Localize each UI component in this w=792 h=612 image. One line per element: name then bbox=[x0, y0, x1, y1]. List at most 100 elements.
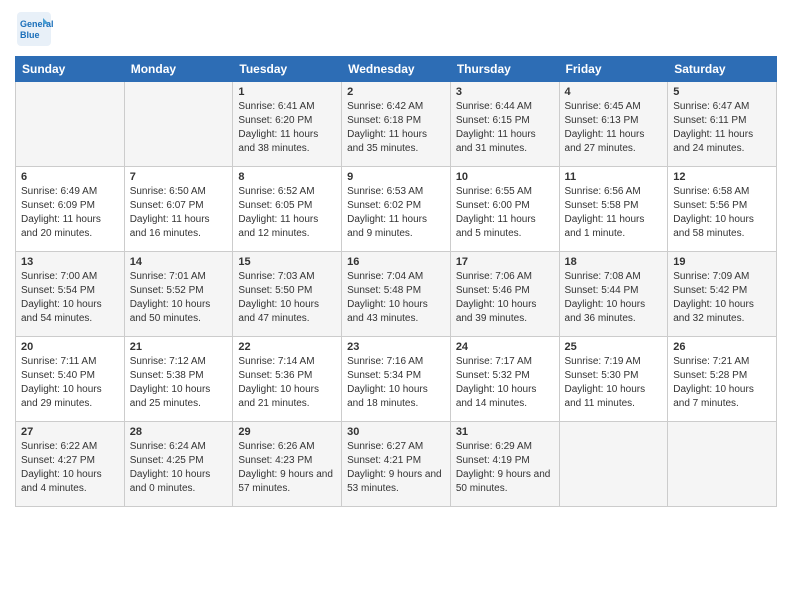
day-cell: 9 Sunrise: 6:53 AM Sunset: 6:02 PM Daylig… bbox=[342, 167, 451, 252]
day-cell: 4 Sunrise: 6:45 AM Sunset: 6:13 PM Daylig… bbox=[559, 82, 668, 167]
day-cell: 19 Sunrise: 7:09 AM Sunset: 5:42 PM Dayli… bbox=[668, 252, 777, 337]
day-number: 1 bbox=[238, 86, 336, 98]
column-header-sunday: Sunday bbox=[16, 57, 125, 82]
day-number: 19 bbox=[673, 256, 771, 268]
day-info: Sunrise: 7:14 AM Sunset: 5:36 PM Dayligh… bbox=[238, 355, 336, 411]
day-cell: 14 Sunrise: 7:01 AM Sunset: 5:52 PM Dayli… bbox=[124, 252, 233, 337]
day-cell: 18 Sunrise: 7:08 AM Sunset: 5:44 PM Dayli… bbox=[559, 252, 668, 337]
day-cell: 7Sunrise: 6:50 AM Sunset: 6:07 PM Daylig… bbox=[124, 167, 233, 252]
day-cell: 13 Sunrise: 7:00 AM Sunset: 5:54 PM Dayli… bbox=[16, 252, 125, 337]
day-cell: 16 Sunrise: 7:04 AM Sunset: 5:48 PM Dayli… bbox=[342, 252, 451, 337]
day-info: Sunrise: 7:16 AM Sunset: 5:34 PM Dayligh… bbox=[347, 355, 445, 411]
day-info: Sunrise: 6:44 AM Sunset: 6:15 PM Dayligh… bbox=[456, 100, 554, 156]
day-info: Sunrise: 6:52 AM Sunset: 6:05 PM Dayligh… bbox=[238, 185, 336, 241]
day-number: 8 bbox=[238, 171, 336, 183]
day-cell: 20 Sunrise: 7:11 AM Sunset: 5:40 PM Dayli… bbox=[16, 337, 125, 422]
day-number: 20 bbox=[21, 341, 119, 353]
day-info: Sunrise: 6:45 AM Sunset: 6:13 PM Dayligh… bbox=[565, 100, 663, 156]
day-cell: 27 Sunrise: 6:22 AM Sunset: 4:27 PM Dayli… bbox=[16, 422, 125, 507]
calendar-table: SundayMondayTuesdayWednesdayThursdayFrid… bbox=[15, 56, 777, 507]
day-cell: 24 Sunrise: 7:17 AM Sunset: 5:32 PM Dayli… bbox=[450, 337, 559, 422]
day-info: Sunrise: 6:56 AM Sunset: 5:58 PM Dayligh… bbox=[565, 185, 663, 241]
day-cell: 11 Sunrise: 6:56 AM Sunset: 5:58 PM Dayli… bbox=[559, 167, 668, 252]
week-row-4: 20 Sunrise: 7:11 AM Sunset: 5:40 PM Dayli… bbox=[16, 337, 777, 422]
day-info: Sunrise: 7:09 AM Sunset: 5:42 PM Dayligh… bbox=[673, 270, 771, 326]
day-number: 17 bbox=[456, 256, 554, 268]
day-cell: 29 Sunrise: 6:26 AM Sunset: 4:23 PM Dayli… bbox=[233, 422, 342, 507]
column-header-tuesday: Tuesday bbox=[233, 57, 342, 82]
column-header-friday: Friday bbox=[559, 57, 668, 82]
day-number: 29 bbox=[238, 426, 336, 438]
day-info: Sunrise: 6:58 AM Sunset: 5:56 PM Dayligh… bbox=[673, 185, 771, 241]
day-cell: 2 Sunrise: 6:42 AM Sunset: 6:18 PM Daylig… bbox=[342, 82, 451, 167]
day-info: Sunrise: 7:06 AM Sunset: 5:46 PM Dayligh… bbox=[456, 270, 554, 326]
day-cell: 25Sunrise: 7:19 AM Sunset: 5:30 PM Dayli… bbox=[559, 337, 668, 422]
day-cell: 22 Sunrise: 7:14 AM Sunset: 5:36 PM Dayli… bbox=[233, 337, 342, 422]
day-number: 3 bbox=[456, 86, 554, 98]
day-cell bbox=[16, 82, 125, 167]
day-info: Sunrise: 6:55 AM Sunset: 6:00 PM Dayligh… bbox=[456, 185, 554, 241]
week-row-3: 13 Sunrise: 7:00 AM Sunset: 5:54 PM Dayli… bbox=[16, 252, 777, 337]
column-header-monday: Monday bbox=[124, 57, 233, 82]
day-number: 23 bbox=[347, 341, 445, 353]
day-cell: 5 Sunrise: 6:47 AM Sunset: 6:11 PM Daylig… bbox=[668, 82, 777, 167]
day-number: 10 bbox=[456, 171, 554, 183]
svg-text:Blue: Blue bbox=[20, 30, 40, 40]
day-number: 30 bbox=[347, 426, 445, 438]
day-number: 11 bbox=[565, 171, 663, 183]
week-row-1: 1 Sunrise: 6:41 AM Sunset: 6:20 PM Daylig… bbox=[16, 82, 777, 167]
day-number: 5 bbox=[673, 86, 771, 98]
day-info: Sunrise: 7:21 AM Sunset: 5:28 PM Dayligh… bbox=[673, 355, 771, 411]
column-header-wednesday: Wednesday bbox=[342, 57, 451, 82]
day-info: Sunrise: 6:53 AM Sunset: 6:02 PM Dayligh… bbox=[347, 185, 445, 241]
day-number: 16 bbox=[347, 256, 445, 268]
day-info: Sunrise: 7:08 AM Sunset: 5:44 PM Dayligh… bbox=[565, 270, 663, 326]
day-number: 9 bbox=[347, 171, 445, 183]
day-number: 15 bbox=[238, 256, 336, 268]
day-number: 14 bbox=[130, 256, 228, 268]
day-info: Sunrise: 6:47 AM Sunset: 6:11 PM Dayligh… bbox=[673, 100, 771, 156]
day-number: 2 bbox=[347, 86, 445, 98]
day-number: 26 bbox=[673, 341, 771, 353]
day-cell: 12 Sunrise: 6:58 AM Sunset: 5:56 PM Dayli… bbox=[668, 167, 777, 252]
day-number: 22 bbox=[238, 341, 336, 353]
day-info: Sunrise: 6:50 AM Sunset: 6:07 PM Dayligh… bbox=[130, 185, 228, 241]
day-info: Sunrise: 6:41 AM Sunset: 6:20 PM Dayligh… bbox=[238, 100, 336, 156]
day-info: Sunrise: 7:11 AM Sunset: 5:40 PM Dayligh… bbox=[21, 355, 119, 411]
day-cell: 21 Sunrise: 7:12 AM Sunset: 5:38 PM Dayli… bbox=[124, 337, 233, 422]
day-cell: 17 Sunrise: 7:06 AM Sunset: 5:46 PM Dayli… bbox=[450, 252, 559, 337]
column-header-saturday: Saturday bbox=[668, 57, 777, 82]
day-number: 31 bbox=[456, 426, 554, 438]
day-info: Sunrise: 7:03 AM Sunset: 5:50 PM Dayligh… bbox=[238, 270, 336, 326]
day-number: 28 bbox=[130, 426, 228, 438]
week-row-2: 6Sunrise: 6:49 AM Sunset: 6:09 PM Daylig… bbox=[16, 167, 777, 252]
day-info: Sunrise: 6:42 AM Sunset: 6:18 PM Dayligh… bbox=[347, 100, 445, 156]
week-row-5: 27 Sunrise: 6:22 AM Sunset: 4:27 PM Dayli… bbox=[16, 422, 777, 507]
day-number: 27 bbox=[21, 426, 119, 438]
day-info: Sunrise: 7:01 AM Sunset: 5:52 PM Dayligh… bbox=[130, 270, 228, 326]
logo-icon: General Blue bbox=[15, 10, 53, 48]
day-number: 13 bbox=[21, 256, 119, 268]
day-info: Sunrise: 6:27 AM Sunset: 4:21 PM Dayligh… bbox=[347, 440, 445, 496]
day-number: 4 bbox=[565, 86, 663, 98]
column-header-thursday: Thursday bbox=[450, 57, 559, 82]
day-number: 12 bbox=[673, 171, 771, 183]
day-cell: 30 Sunrise: 6:27 AM Sunset: 4:21 PM Dayli… bbox=[342, 422, 451, 507]
day-info: Sunrise: 6:26 AM Sunset: 4:23 PM Dayligh… bbox=[238, 440, 336, 496]
day-cell: 26 Sunrise: 7:21 AM Sunset: 5:28 PM Dayli… bbox=[668, 337, 777, 422]
day-info: Sunrise: 7:04 AM Sunset: 5:48 PM Dayligh… bbox=[347, 270, 445, 326]
day-number: 18 bbox=[565, 256, 663, 268]
day-cell: 10 Sunrise: 6:55 AM Sunset: 6:00 PM Dayli… bbox=[450, 167, 559, 252]
day-info: Sunrise: 6:49 AM Sunset: 6:09 PM Dayligh… bbox=[21, 185, 119, 241]
day-number: 21 bbox=[130, 341, 228, 353]
day-info: Sunrise: 6:22 AM Sunset: 4:27 PM Dayligh… bbox=[21, 440, 119, 496]
day-info: Sunrise: 6:29 AM Sunset: 4:19 PM Dayligh… bbox=[456, 440, 554, 496]
day-info: Sunrise: 7:17 AM Sunset: 5:32 PM Dayligh… bbox=[456, 355, 554, 411]
day-info: Sunrise: 7:00 AM Sunset: 5:54 PM Dayligh… bbox=[21, 270, 119, 326]
day-cell: 15 Sunrise: 7:03 AM Sunset: 5:50 PM Dayli… bbox=[233, 252, 342, 337]
day-cell: 1 Sunrise: 6:41 AM Sunset: 6:20 PM Daylig… bbox=[233, 82, 342, 167]
day-number: 25 bbox=[565, 341, 663, 353]
day-cell bbox=[124, 82, 233, 167]
day-info: Sunrise: 7:12 AM Sunset: 5:38 PM Dayligh… bbox=[130, 355, 228, 411]
day-number: 24 bbox=[456, 341, 554, 353]
